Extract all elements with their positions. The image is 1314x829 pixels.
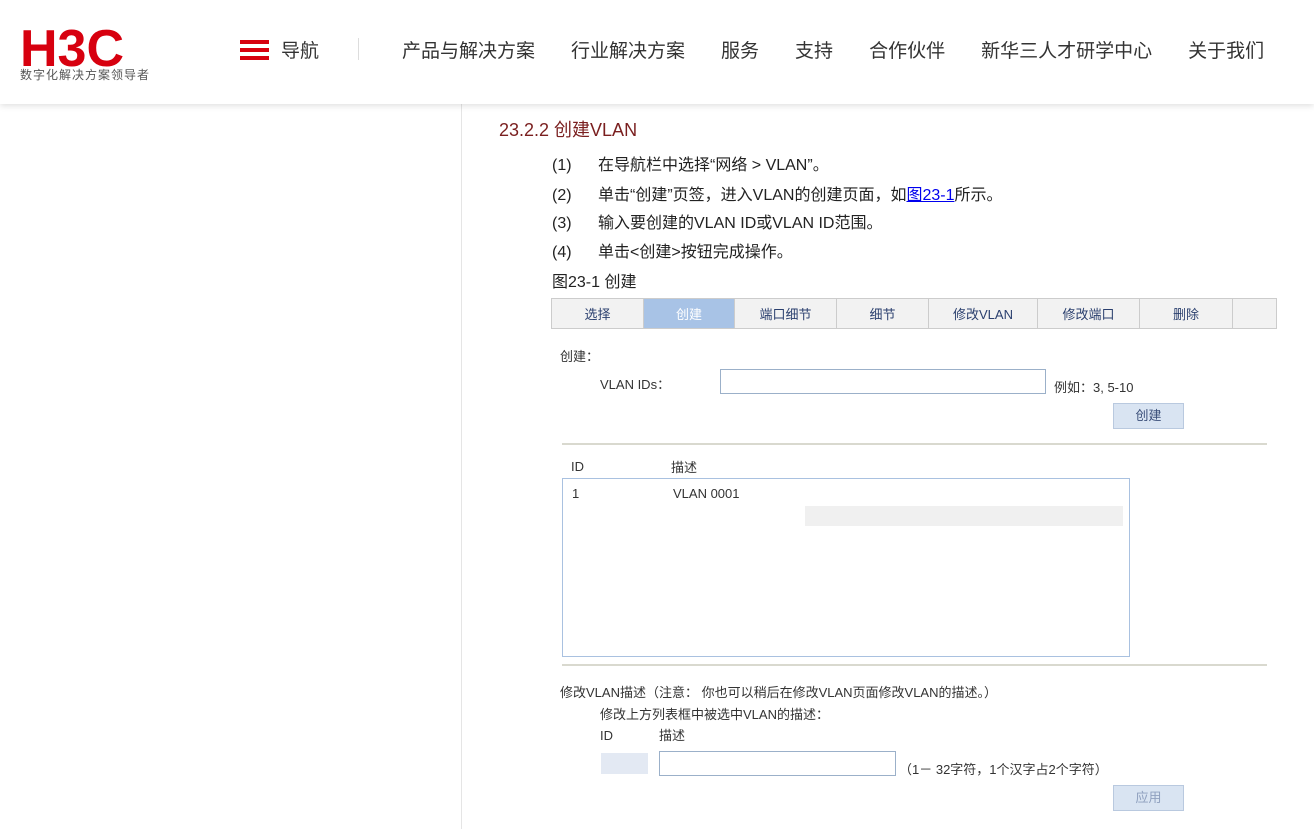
apply-button[interactable]: 应用 xyxy=(1113,785,1184,811)
list-header-id: ID xyxy=(571,459,584,474)
figure-tab-bar: 选择 创建 端口细节 细节 修改VLAN 修改端口 删除 xyxy=(551,298,1277,329)
char-limit-hint: （1－ 32字符，1个汉字占2个字符） xyxy=(899,762,1108,777)
step-3: (3) 输入要创建的VLAN ID或VLAN ID范围。 xyxy=(552,215,883,232)
tab-delete[interactable]: 删除 xyxy=(1140,299,1233,328)
modify-desc-label: 描述 xyxy=(659,728,686,743)
main-menu: 产品与解决方案 行业解决方案 服务 支持 合作伙伴 新华三人才研学中心 关于我们 xyxy=(402,36,1300,63)
modify-section-title: 修改VLAN描述（注意： 你也可以稍后在修改VLAN页面修改VLAN的描述。） xyxy=(560,685,997,700)
tab-port-details[interactable]: 端口细节 xyxy=(735,299,837,328)
menu-item-partners[interactable]: 合作伙伴 xyxy=(869,36,945,63)
modify-subtitle: 修改上方列表框中被选中VLAN的描述： xyxy=(600,707,829,722)
section-title: 23.2.2 创建VLAN xyxy=(499,120,638,140)
modify-id-label: ID xyxy=(600,728,613,743)
vlan-ids-input[interactable] xyxy=(720,369,1046,394)
tab-details[interactable]: 细节 xyxy=(837,299,929,328)
nav-toggle-button[interactable]: 导航 xyxy=(240,36,319,63)
list-row-desc[interactable]: VLAN 0001 xyxy=(673,486,740,501)
vlan-ids-example: 例如：3, 5-10 xyxy=(1054,380,1134,395)
menu-item-services[interactable]: 服务 xyxy=(721,36,759,63)
tab-modify-port[interactable]: 修改端口 xyxy=(1038,299,1140,328)
divider-2 xyxy=(562,664,1267,666)
menu-item-industry[interactable]: 行业解决方案 xyxy=(571,36,685,63)
modify-id-field xyxy=(601,753,648,774)
vlan-listbox[interactable] xyxy=(562,478,1130,657)
step-4: (4) 单击<创建>按钮完成操作。 xyxy=(552,244,793,261)
tab-select[interactable]: 选择 xyxy=(552,299,644,328)
list-header-desc: 描述 xyxy=(671,460,698,475)
create-section-label: 创建： xyxy=(560,349,600,364)
figure-caption: 图23-1 创建 xyxy=(552,274,637,291)
nav-toggle-label: 导航 xyxy=(281,41,320,62)
menu-item-about[interactable]: 关于我们 xyxy=(1188,36,1264,63)
tab-create[interactable]: 创建 xyxy=(644,299,735,328)
menu-item-talent-center[interactable]: 新华三人才研学中心 xyxy=(981,36,1152,63)
hamburger-icon xyxy=(240,39,269,60)
sidebar-divider xyxy=(461,104,462,829)
list-row-id[interactable]: 1 xyxy=(572,486,579,501)
divider-1 xyxy=(562,443,1267,445)
tab-modify-vlan[interactable]: 修改VLAN xyxy=(929,299,1038,328)
modify-desc-input[interactable] xyxy=(659,751,896,776)
menu-item-products[interactable]: 产品与解决方案 xyxy=(402,36,535,63)
nav-divider xyxy=(358,38,359,60)
site-header: H3C 数字化解决方案领导者 导航 产品与解决方案 行业解决方案 服务 支持 合… xyxy=(0,0,1314,104)
step-1: (1) 在导航栏中选择“网络 > VLAN”。 xyxy=(552,157,829,174)
step-2: (2) 单击“创建”页签，进入VLAN的创建页面，如图23-1所示。 xyxy=(552,187,1003,204)
logo-tagline: 数字化解决方案领导者 xyxy=(20,68,151,82)
create-button[interactable]: 创建 xyxy=(1113,403,1184,429)
menu-item-support[interactable]: 支持 xyxy=(795,36,833,63)
figure-link[interactable]: 图23-1 xyxy=(906,187,954,204)
list-row-strip xyxy=(805,506,1123,526)
vlan-ids-label: VLAN IDs： xyxy=(600,377,671,392)
